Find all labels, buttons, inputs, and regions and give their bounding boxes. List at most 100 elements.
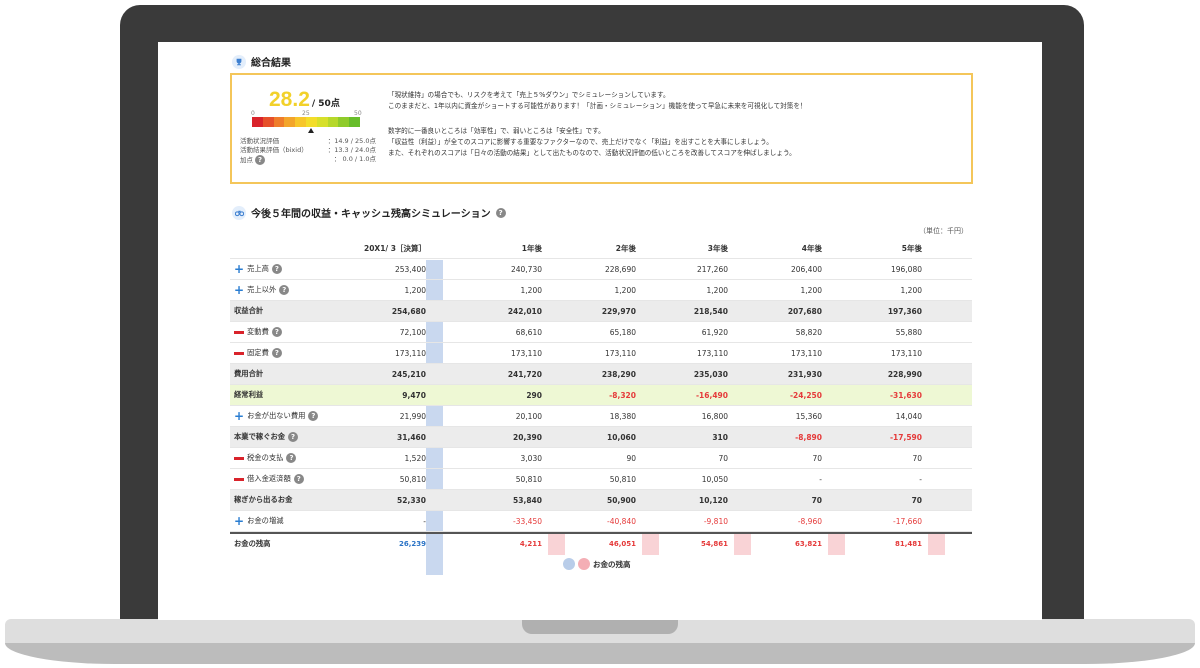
row-label: 固定費?: [234, 348, 282, 358]
row-label: + 売上高?: [234, 263, 282, 275]
table-cell: 3,030: [520, 453, 542, 463]
simulation-table: 20X1/ 3［決算］ 1年後 2年後 3年後 4年後 5年後 + 売上高? 253,400 2…: [230, 238, 972, 555]
table-cell: 70: [911, 495, 922, 505]
score-max: / 50点: [311, 99, 340, 109]
stat-label: 活動結果評価（bixid）: [240, 146, 308, 154]
table-cell: -17,590: [889, 432, 922, 442]
table-cell: 173,110: [890, 348, 922, 358]
table-cell: 63,821: [794, 539, 822, 548]
table-cell: 20,100: [515, 411, 542, 421]
summary-message: 「現状維持」の場合でも、リスクを考えて「売上５%ダウン」でシミュレーションしてい…: [388, 91, 670, 99]
table-cell: 235,030: [693, 369, 728, 379]
table-cell: 1,200: [900, 285, 922, 295]
table-cell: -8,320: [609, 390, 636, 400]
row-label-text: 収益合計: [234, 306, 264, 315]
help-icon[interactable]: ?: [288, 432, 299, 442]
table-cell: 20,390: [513, 432, 542, 442]
row-label: + お金の増減: [234, 515, 284, 527]
row-label-text: お金の増減: [247, 516, 284, 525]
stat-value: ： 0.0 / 1.0点: [333, 155, 376, 163]
table-cell: 50,810: [515, 474, 542, 484]
table-row: + お金の増減 - -33,450 -40,840 -9,810 -8,960 -17,660: [230, 511, 972, 532]
gauge-segment: [262, 117, 274, 127]
stat-label: 活動状況評価: [240, 137, 279, 145]
row-label: お金の残高: [234, 539, 270, 549]
table-cell: 70: [912, 453, 922, 463]
row-label-text: 経常利益: [234, 390, 264, 399]
table-cell: 21,990: [399, 411, 426, 421]
table-header: 20X1/ 3［決算］ 1年後 2年後 3年後 4年後 5年後: [230, 238, 972, 259]
gauge-segment: [273, 117, 285, 127]
table-cell: 4,211: [519, 539, 542, 548]
table-cell: 50,900: [607, 495, 636, 505]
table-cell: 173,110: [790, 348, 822, 358]
trophy-icon: [232, 54, 246, 69]
help-icon[interactable]: ?: [271, 348, 282, 358]
table-cell: 16,800: [701, 411, 728, 421]
stat-value: ：14.9 / 25.0点: [327, 137, 376, 145]
unit-label: （単位：千円）: [919, 227, 968, 235]
table-cell: 290: [526, 390, 542, 400]
table-cell: 65,180: [609, 327, 636, 337]
table-row: + お金が出ない費用? 21,990 20,100 18,380 16,800 15,360…: [230, 406, 972, 427]
table-row: 固定費? 173,110 173,110 173,110 173,110 173,110 1…: [230, 343, 972, 364]
gauge-label-min: 0: [251, 110, 255, 117]
row-label: 借入金返済額?: [234, 474, 304, 484]
table-row: 税金の支払? 1,520 3,030 90 70 70 70: [230, 448, 972, 469]
minus-icon: [234, 330, 244, 334]
gauge-segment: [349, 117, 360, 127]
screen: 総合結果 28.2 / 50点 0 25 50 活動状況評価 ：14.9 / 25…: [158, 42, 1042, 620]
row-label-text: お金が出ない費用: [247, 411, 306, 420]
table-cell: 61,920: [701, 327, 728, 337]
column-header: 1年後: [521, 243, 542, 253]
row-label: + 売上以外?: [234, 284, 290, 296]
table-cell: 197,360: [887, 306, 922, 316]
table-cell: 228,990: [887, 369, 922, 379]
help-icon[interactable]: ?: [293, 474, 304, 484]
summary-header: 総合結果: [232, 54, 291, 69]
help-icon[interactable]: ?: [286, 453, 297, 463]
table-cell: 14,040: [895, 411, 922, 421]
table-cell: 241,720: [507, 369, 542, 379]
stat-value: ：13.3 / 24.0点: [327, 146, 376, 154]
legend-swatch-current: [563, 558, 575, 570]
simulation-header: 今後５年間の収益・キャッシュ残高シミュレーション ?: [232, 205, 506, 220]
column-header: 2年後: [615, 243, 636, 253]
help-icon[interactable]: ?: [255, 155, 266, 165]
summary-message: 「収益性（利益）」が全てのスコアに影響する重要なファクターなので、売上だけでなく…: [388, 138, 773, 146]
table-row: + 売上高? 253,400 240,730 228,690 217,260 206,400…: [230, 259, 972, 280]
table-cell: 54,861: [700, 539, 728, 548]
table-cell: -8,960: [797, 516, 822, 526]
table-cell: 173,110: [604, 348, 636, 358]
help-icon[interactable]: ?: [495, 207, 506, 218]
table-cell: 72,100: [399, 327, 426, 337]
table-cell: -: [423, 516, 426, 526]
minus-icon: [234, 456, 244, 460]
table-cell: -: [819, 474, 822, 484]
table-cell: 81,481: [894, 539, 922, 548]
table-cell: 15,360: [795, 411, 822, 421]
help-icon[interactable]: ?: [308, 411, 319, 421]
table-cell: -31,630: [889, 390, 922, 400]
table-cell: 310: [712, 432, 728, 442]
row-label: 経常利益: [234, 390, 263, 400]
help-icon[interactable]: ?: [271, 327, 282, 337]
row-label-text: 変動費: [247, 327, 269, 336]
minus-icon: [234, 351, 244, 355]
binoculars-icon: [232, 205, 246, 220]
help-icon[interactable]: ?: [271, 264, 282, 274]
help-icon[interactable]: ?: [279, 285, 290, 295]
table-cell: 228,690: [604, 264, 636, 274]
table-cell: 1,200: [614, 285, 636, 295]
table-cell: 254,680: [391, 306, 426, 316]
row-label: + お金が出ない費用?: [234, 410, 319, 422]
summary-message: また、それぞれのスコアは「日々の活動の結果」として出たものなので、活動状況評価の…: [388, 149, 796, 157]
row-label-text: 売上以外: [247, 285, 277, 294]
row-label-text: 稼ぎから出るお金: [234, 495, 293, 504]
column-header: 3年後: [707, 243, 728, 253]
table-cell: 10,050: [701, 474, 728, 484]
gauge-segment: [338, 117, 350, 127]
table-cell: 46,051: [608, 539, 636, 548]
table-cell: 242,010: [507, 306, 542, 316]
table-cell: 10,120: [699, 495, 728, 505]
